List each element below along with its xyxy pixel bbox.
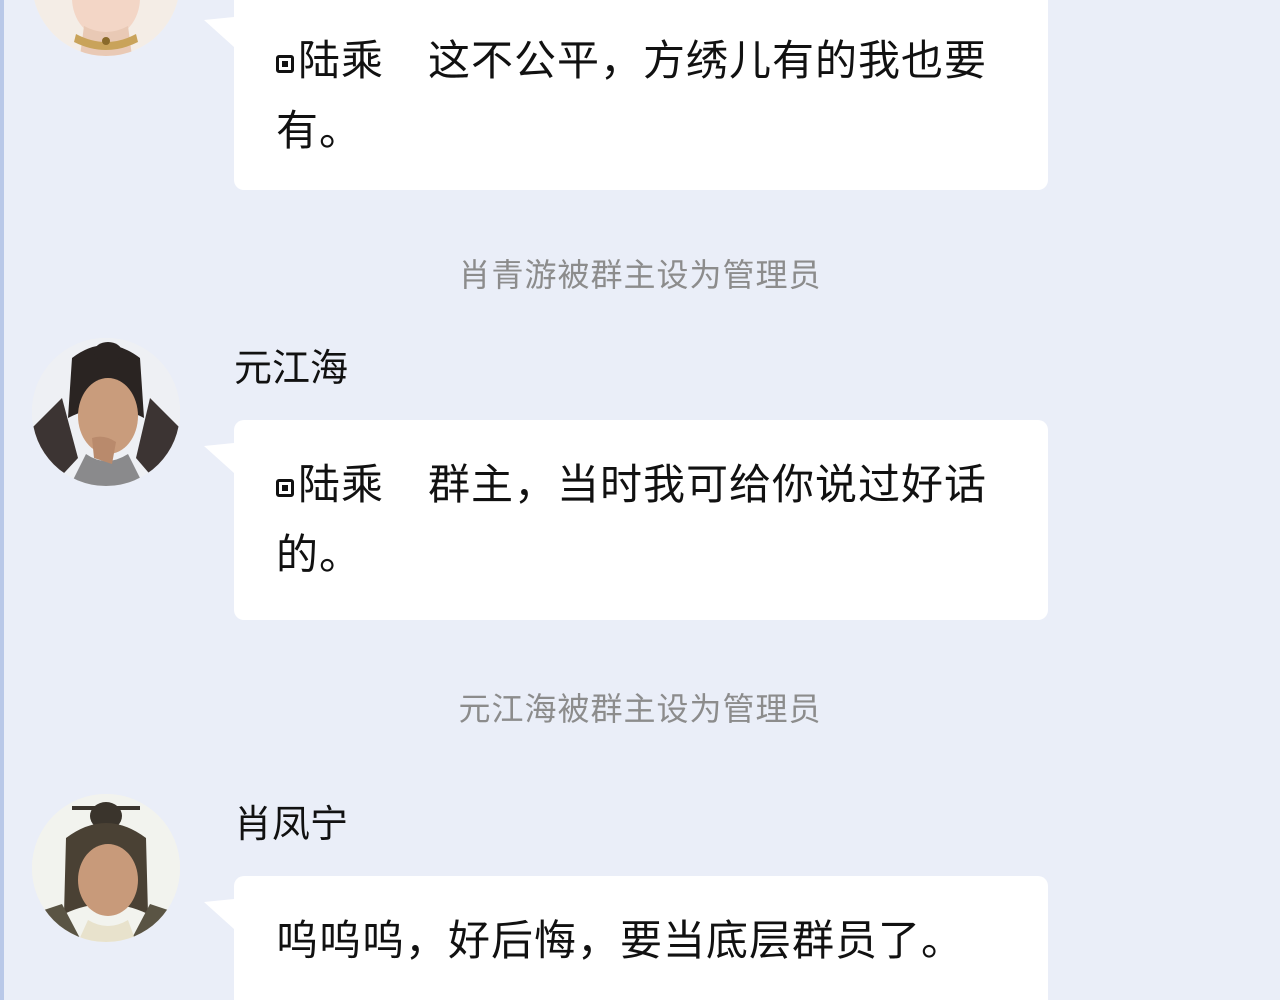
bubble-tail (204, 16, 244, 56)
system-message: 肖青游被群主设为管理员 (458, 256, 822, 294)
message-text: 陆乘 群主，当时我可给你说过好话的。 (276, 450, 1036, 590)
bubble-tail (204, 898, 244, 938)
avatar[interactable] (32, 0, 180, 56)
message-bubble: 陆乘 群主，当时我可给你说过好话的。 (204, 420, 1048, 620)
system-message: 元江海被群主设为管理员 (458, 690, 822, 728)
avatar[interactable] (32, 338, 180, 486)
mention[interactable]: 陆乘 (276, 26, 384, 96)
message-bubble: 呜呜呜，好后悔，要当底层群员了。 (204, 876, 1048, 1000)
mention[interactable]: 陆乘 (276, 450, 384, 520)
avatar[interactable] (32, 794, 180, 942)
sender-name: 元江海 (234, 346, 349, 390)
message-text: 呜呜呜，好后悔，要当底层群员了。 (276, 916, 965, 965)
bubble-tail (204, 442, 244, 482)
message-text: 陆乘 这不公平，方绣儿有的我也要有。 (276, 26, 1036, 166)
mention-icon (276, 479, 294, 497)
sender-name: 肖凤宁 (234, 802, 349, 846)
window-left-border (0, 0, 4, 1000)
message-bubble: 陆乘 这不公平，方绣儿有的我也要有。 (204, 0, 1048, 190)
mention-icon (276, 55, 294, 73)
